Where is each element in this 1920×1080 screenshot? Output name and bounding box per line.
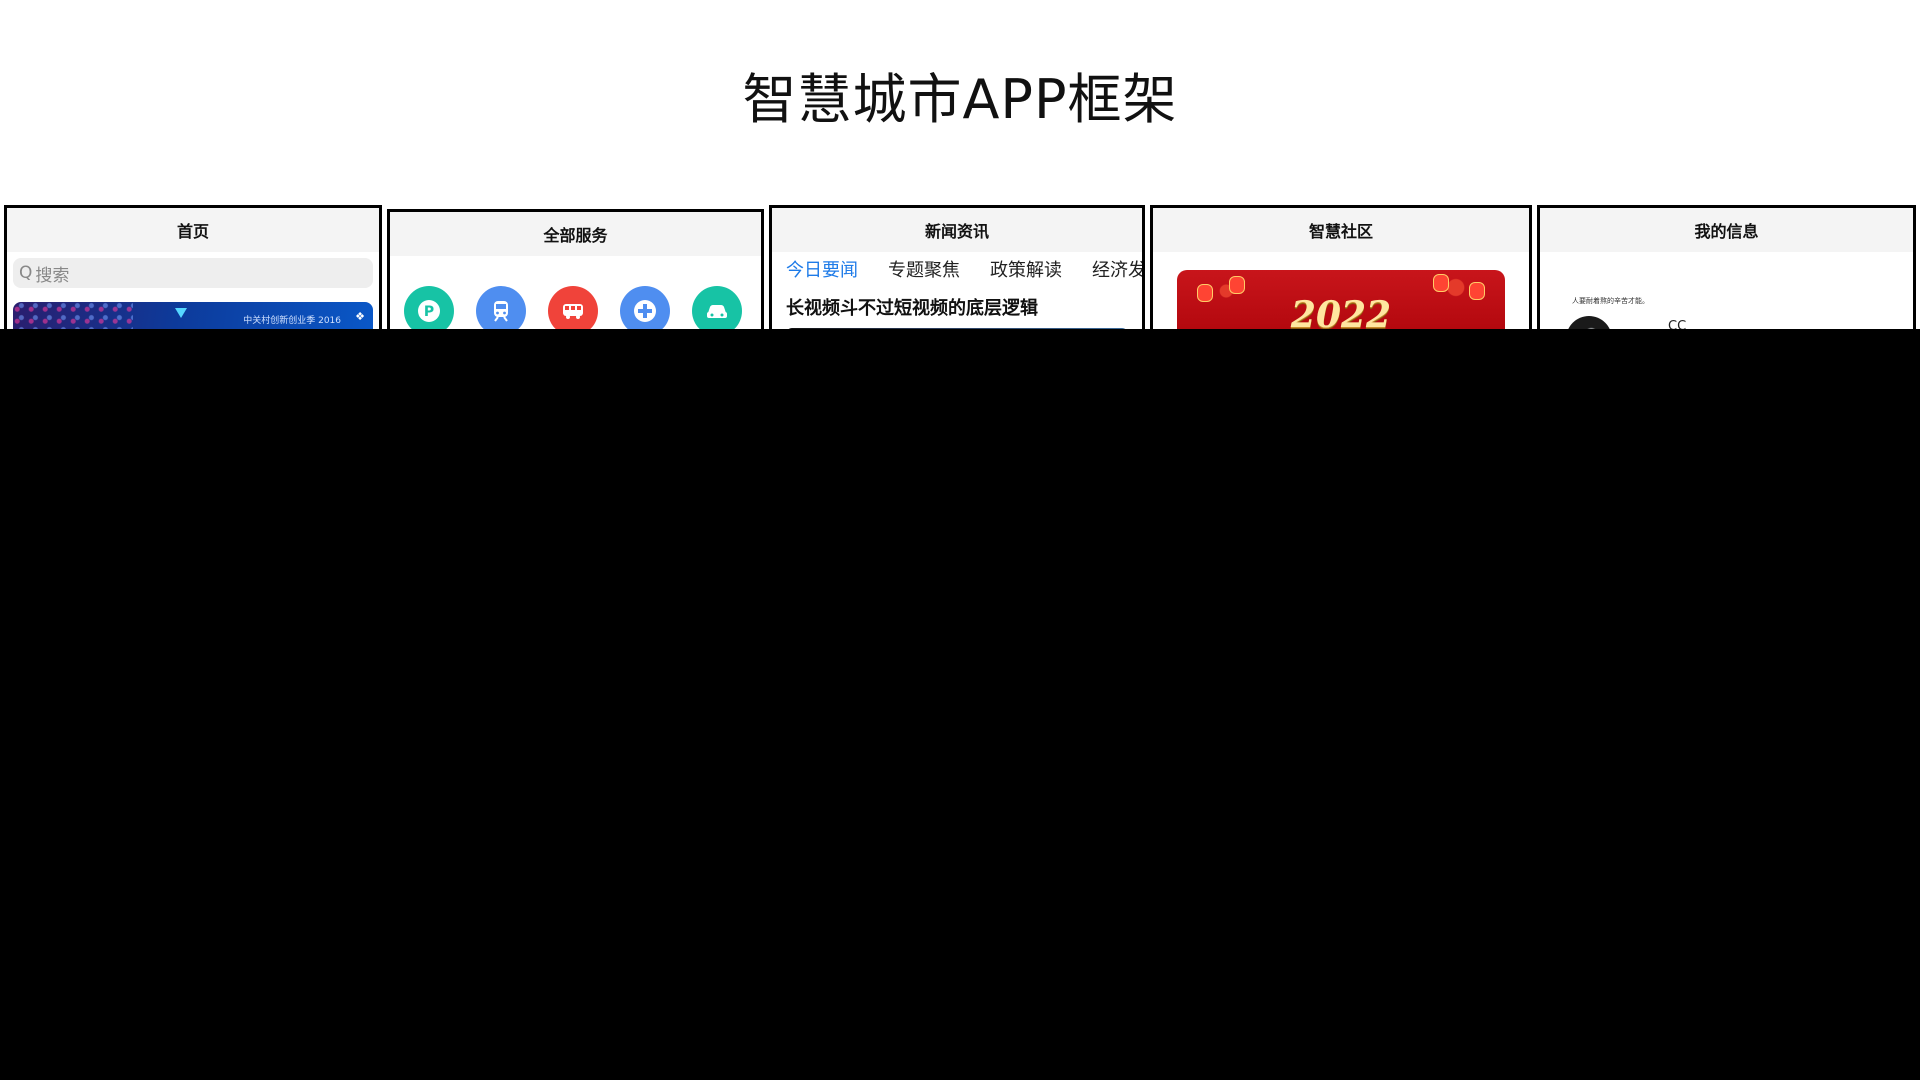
frame-community: 智慧社区 2022 [1150,205,1532,331]
lantern-icon [1433,274,1449,292]
frame-header: 新闻资讯 [772,208,1142,252]
frame-services: 全部服务 P [387,209,764,335]
banner-caption: 中关村创新创业季 2016 [243,316,341,326]
frame-home: 首页 Q 搜索 中关村创新创业季 2016 ❖ [4,205,382,331]
frame-title: 我的信息 [1694,222,1759,241]
page-title: 智慧城市APP框架 [742,68,1178,131]
home-banner[interactable]: 中关村创新创业季 2016 ❖ [13,302,373,331]
frame-profile: 我的信息 人要耐着熬的辛苦才能。 CC [1537,205,1916,331]
triangle-icon [175,308,187,318]
car-icon[interactable] [692,286,742,335]
lantern-icon [1229,276,1245,294]
tab-topics[interactable]: 专题聚焦 [888,256,960,282]
news-headline[interactable]: 长视频斗不过短视频的底层逻辑 [786,294,1038,320]
tab-policy[interactable]: 政策解读 [990,256,1062,282]
tab-economy[interactable]: 经济发 [1092,256,1142,282]
parking-icon[interactable]: P [404,286,454,335]
banner-decoration [13,302,133,331]
frame-title: 全部服务 [543,226,608,245]
banner-logo-icon: ❖ [355,310,365,323]
black-cover [0,329,1920,1080]
service-icons: P [404,286,742,335]
search-input[interactable]: Q 搜索 [13,258,373,288]
frame-news: 新闻资讯 今日要闻 专题聚焦 政策解读 经济发 长视频斗不过短视频的底层逻辑 [769,205,1145,331]
metro-icon[interactable] [476,286,526,335]
frame-header: 智慧社区 [1153,208,1529,252]
frame-header: 首页 [7,208,379,252]
search-icon: Q [19,263,33,283]
frame-title: 首页 [176,222,209,241]
banner-year: 2022 [1290,294,1392,331]
frame-header: 我的信息 [1540,208,1913,252]
frame-header: 全部服务 [390,212,761,256]
news-tabs: 今日要闻 专题聚焦 政策解读 经济发 [772,256,1142,282]
tab-today-news[interactable]: 今日要闻 [786,256,858,282]
svg-text:P: P [424,304,434,320]
community-banner[interactable]: 2022 [1177,270,1505,331]
search-placeholder: 搜索 [35,265,70,286]
profile-motto: 人要耐着熬的辛苦才能。 [1572,297,1649,305]
frame-title: 新闻资讯 [924,222,989,241]
medical-cross-icon[interactable] [620,286,670,335]
bus-icon[interactable] [548,286,598,335]
frame-title: 智慧社区 [1308,222,1373,241]
